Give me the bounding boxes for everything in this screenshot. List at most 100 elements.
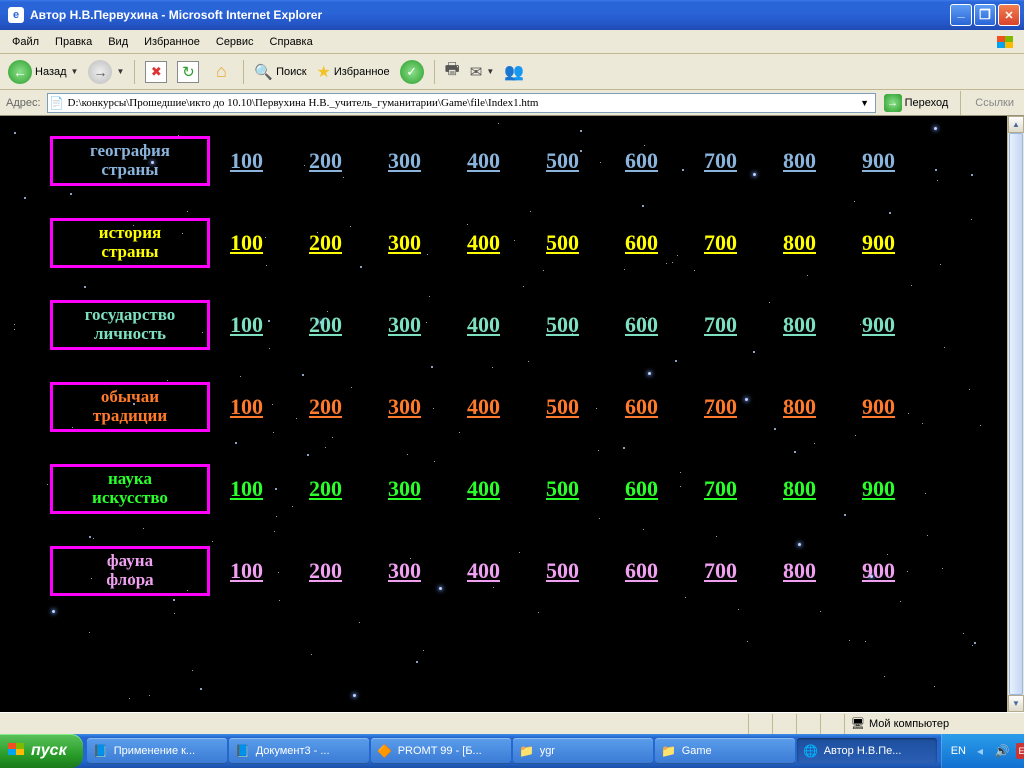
point-link[interactable]: 400 [467,230,500,256]
stop-button[interactable]: ✖ [141,58,171,86]
print-button[interactable]: 🖶 [441,58,464,86]
point-link[interactable]: 900 [862,230,895,256]
point-link[interactable]: 700 [704,394,737,420]
maximize-button[interactable] [974,4,996,26]
scroll-down-button[interactable]: ▼ [1008,695,1024,712]
vertical-scrollbar[interactable]: ▲ ▼ [1007,116,1024,712]
point-link[interactable]: 800 [783,394,816,420]
point-link[interactable]: 600 [625,394,658,420]
point-link[interactable]: 100 [230,476,263,502]
scroll-up-button[interactable]: ▲ [1008,116,1024,133]
computer-icon: 🖥 [851,717,865,731]
point-link[interactable]: 500 [546,230,579,256]
scroll-track[interactable] [1008,133,1024,695]
home-button[interactable]: ⌂ [205,58,237,86]
dropdown-icon[interactable]: ▼ [857,98,873,108]
forward-button[interactable]: → ▼ [84,58,128,86]
point-link[interactable]: 300 [388,558,421,584]
menu-tools[interactable]: Сервис [208,34,262,50]
favorites-button[interactable]: ★ Избранное [313,58,394,86]
point-link[interactable]: 600 [625,476,658,502]
point-link[interactable]: 300 [388,312,421,338]
point-link[interactable]: 100 [230,148,263,174]
point-link[interactable]: 700 [704,148,737,174]
history-button[interactable]: ✓ [396,58,428,86]
taskbar-item[interactable]: 🔶PROMT 99 - [Б... [371,738,511,764]
menu-file[interactable]: Файл [4,34,47,50]
point-link[interactable]: 200 [309,230,342,256]
taskbar-item[interactable]: 📘Применение к... [87,738,227,764]
point-link[interactable]: 200 [309,312,342,338]
address-input[interactable] [68,97,853,109]
menu-edit[interactable]: Правка [47,34,100,50]
point-link[interactable]: 700 [704,558,737,584]
separator [960,91,961,115]
category-label: наукаискусство [50,464,210,514]
point-link[interactable]: 400 [467,394,500,420]
minimize-button[interactable] [950,4,972,26]
go-button[interactable]: → Переход [880,93,953,113]
point-link[interactable]: 500 [546,476,579,502]
tray-volume-icon[interactable]: 🔊 [994,743,1010,759]
point-link[interactable]: 800 [783,312,816,338]
point-link[interactable]: 700 [704,476,737,502]
scroll-thumb[interactable] [1009,133,1023,695]
point-link[interactable]: 100 [230,312,263,338]
point-link[interactable]: 400 [467,558,500,584]
point-link[interactable]: 500 [546,394,579,420]
refresh-button[interactable]: ↻ [173,58,203,86]
point-link[interactable]: 200 [309,476,342,502]
point-link[interactable]: 100 [230,230,263,256]
menu-help[interactable]: Справка [262,34,321,50]
search-button[interactable]: 🔍 Поиск [250,58,310,86]
taskbar-item[interactable]: 📁ygr [513,738,653,764]
taskbar-item[interactable]: 🌐Автор Н.В.Пе... [797,738,937,764]
point-link[interactable]: 900 [862,312,895,338]
point-link[interactable]: 200 [309,394,342,420]
point-link[interactable]: 500 [546,312,579,338]
point-link[interactable]: 200 [309,558,342,584]
close-button[interactable] [998,4,1020,26]
mail-button[interactable]: ✉▼ [466,58,499,86]
taskbar-item[interactable]: 📘Документ3 - ... [229,738,369,764]
point-link[interactable]: 600 [625,312,658,338]
point-link[interactable]: 900 [862,558,895,584]
point-link[interactable]: 800 [783,476,816,502]
point-link[interactable]: 600 [625,230,658,256]
point-link[interactable]: 700 [704,312,737,338]
tray-icon[interactable]: En [1016,743,1024,759]
point-link[interactable]: 700 [704,230,737,256]
back-button[interactable]: ← Назад ▼ [4,58,82,86]
people-icon: 👥 [504,62,524,82]
menu-favorites[interactable]: Избранное [136,34,208,50]
point-link[interactable]: 300 [388,230,421,256]
menu-view[interactable]: Вид [100,34,136,50]
point-link[interactable]: 300 [388,394,421,420]
point-link[interactable]: 300 [388,476,421,502]
start-button[interactable]: пуск [0,734,83,768]
point-link[interactable]: 200 [309,148,342,174]
point-link[interactable]: 300 [388,148,421,174]
links-label[interactable]: Ссылки [969,97,1020,109]
point-link[interactable]: 800 [783,230,816,256]
point-link[interactable]: 600 [625,558,658,584]
point-link[interactable]: 100 [230,558,263,584]
point-link[interactable]: 600 [625,148,658,174]
point-link[interactable]: 500 [546,148,579,174]
point-link[interactable]: 900 [862,148,895,174]
point-link[interactable]: 900 [862,394,895,420]
status-bar: 🖥 Мой компьютер [0,712,1024,734]
taskbar-item[interactable]: 📁Game [655,738,795,764]
address-field[interactable]: 📄 ▼ [47,93,876,113]
point-link[interactable]: 800 [783,148,816,174]
point-link[interactable]: 100 [230,394,263,420]
point-link[interactable]: 400 [467,476,500,502]
point-link[interactable]: 800 [783,558,816,584]
point-link[interactable]: 900 [862,476,895,502]
tray-icon[interactable]: ◂ [972,743,988,759]
point-link[interactable]: 400 [467,312,500,338]
language-indicator[interactable]: EN [951,745,966,757]
point-link[interactable]: 500 [546,558,579,584]
point-link[interactable]: 400 [467,148,500,174]
messenger-button[interactable]: 👥 [500,58,528,86]
